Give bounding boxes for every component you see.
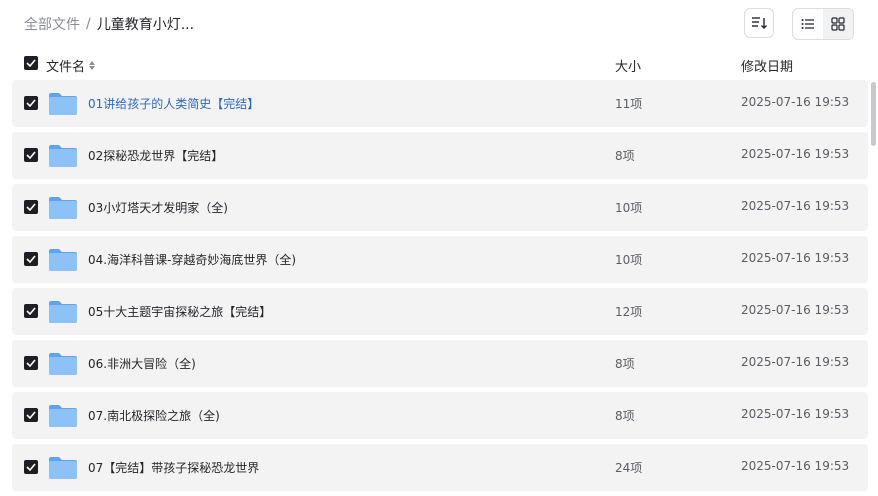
folder-icon [49, 93, 77, 115]
sort-list-icon [752, 17, 767, 29]
file-modified-date: 2025-07-16 19:53 [741, 303, 850, 317]
row-checkbox[interactable] [24, 148, 38, 162]
row-checkbox[interactable] [24, 252, 38, 266]
file-name-link[interactable]: 07.南北极探险之旅（全) [88, 407, 220, 424]
check-icon [26, 463, 36, 471]
table-header: 文件名 大小 修改日期 [0, 50, 878, 78]
column-header-name[interactable]: 文件名 [46, 56, 96, 75]
file-size: 11项 [615, 97, 643, 111]
folder-icon [49, 457, 77, 479]
view-toggle [792, 8, 854, 40]
file-modified-date: 2025-07-16 19:53 [741, 95, 850, 109]
file-size: 10项 [615, 253, 643, 267]
breadcrumb-separator: / [86, 16, 91, 32]
row-checkbox[interactable] [24, 200, 38, 214]
check-icon [26, 307, 36, 315]
folder-icon [49, 145, 77, 167]
file-modified-date: 2025-07-16 19:53 [741, 407, 850, 421]
row-checkbox[interactable] [24, 408, 38, 422]
file-name-link[interactable]: 01讲给孩子的人类简史【完结】 [88, 95, 259, 112]
file-size: 8项 [615, 149, 635, 163]
file-modified-date: 2025-07-16 19:53 [741, 199, 850, 213]
folder-icon [49, 353, 77, 375]
breadcrumb-current: 儿童教育小灯... [96, 17, 195, 33]
row-checkbox[interactable] [24, 304, 38, 318]
file-modified-date: 2025-07-16 19:53 [741, 147, 850, 161]
list-view-button[interactable] [793, 9, 823, 39]
breadcrumb: 全部文件 / 儿童教育小灯... [24, 14, 194, 34]
file-modified-date: 2025-07-16 19:53 [741, 459, 850, 473]
file-list: 01讲给孩子的人类简史【完结】 11项 2025-07-16 19:53 02探秘恐龙… [12, 80, 868, 496]
file-name-link[interactable]: 04.海洋科普课-穿越奇妙海底世界（全) [88, 251, 296, 268]
check-icon [26, 255, 36, 263]
folder-icon [49, 197, 77, 219]
file-row[interactable]: 06.非洲大冒险（全) 8项 2025-07-16 19:53 [12, 340, 868, 387]
column-header-date: 修改日期 [741, 60, 794, 75]
file-row[interactable]: 01讲给孩子的人类简史【完结】 11项 2025-07-16 19:53 [12, 80, 868, 127]
file-size: 10项 [615, 201, 643, 215]
folder-icon [49, 405, 77, 427]
check-icon [26, 411, 36, 419]
file-name-link[interactable]: 07【完结】带孩子探秘恐龙世界 [88, 459, 259, 476]
file-size: 24项 [615, 461, 643, 475]
file-row[interactable]: 07【完结】带孩子探秘恐龙世界 24项 2025-07-16 19:53 [12, 444, 868, 491]
column-header-name-label: 文件名 [46, 60, 86, 75]
column-header-size: 大小 [615, 60, 642, 75]
file-row[interactable]: 03小灯塔天才发明家（全) 10项 2025-07-16 19:53 [12, 184, 868, 231]
file-name-link[interactable]: 06.非洲大冒险（全) [88, 355, 196, 372]
file-size: 12项 [615, 305, 643, 319]
sort-button[interactable] [744, 8, 774, 38]
list-view-icon [801, 19, 814, 29]
file-row[interactable]: 05十大主题宇宙探秘之旅【完结】 12项 2025-07-16 19:53 [12, 288, 868, 335]
check-icon [26, 203, 36, 211]
check-icon [26, 99, 36, 107]
sort-arrows-icon [89, 61, 96, 70]
file-size: 8项 [615, 357, 635, 371]
folder-icon [49, 249, 77, 271]
breadcrumb-root-link[interactable]: 全部文件 [24, 14, 80, 34]
scrollbar[interactable] [871, 82, 876, 146]
row-checkbox[interactable] [24, 96, 38, 110]
check-icon [26, 151, 36, 159]
check-icon [26, 59, 36, 67]
file-modified-date: 2025-07-16 19:53 [741, 251, 850, 265]
row-checkbox[interactable] [24, 356, 38, 370]
file-name-link[interactable]: 02探秘恐龙世界【完结】 [88, 147, 223, 164]
grid-view-icon [831, 17, 845, 31]
file-size: 8项 [615, 409, 635, 423]
row-checkbox[interactable] [24, 460, 38, 474]
file-name-link[interactable]: 03小灯塔天才发明家（全) [88, 199, 228, 216]
select-all-checkbox[interactable] [24, 56, 38, 70]
file-row[interactable]: 04.海洋科普课-穿越奇妙海底世界（全) 10项 2025-07-16 19:53 [12, 236, 868, 283]
folder-icon [49, 301, 77, 323]
file-modified-date: 2025-07-16 19:53 [741, 355, 850, 369]
check-icon [26, 359, 36, 367]
file-row[interactable]: 02探秘恐龙世界【完结】 8项 2025-07-16 19:53 [12, 132, 868, 179]
file-name-link[interactable]: 05十大主题宇宙探秘之旅【完结】 [88, 303, 271, 320]
file-row[interactable]: 07.南北极探险之旅（全) 8项 2025-07-16 19:53 [12, 392, 868, 439]
grid-view-button[interactable] [823, 9, 853, 39]
